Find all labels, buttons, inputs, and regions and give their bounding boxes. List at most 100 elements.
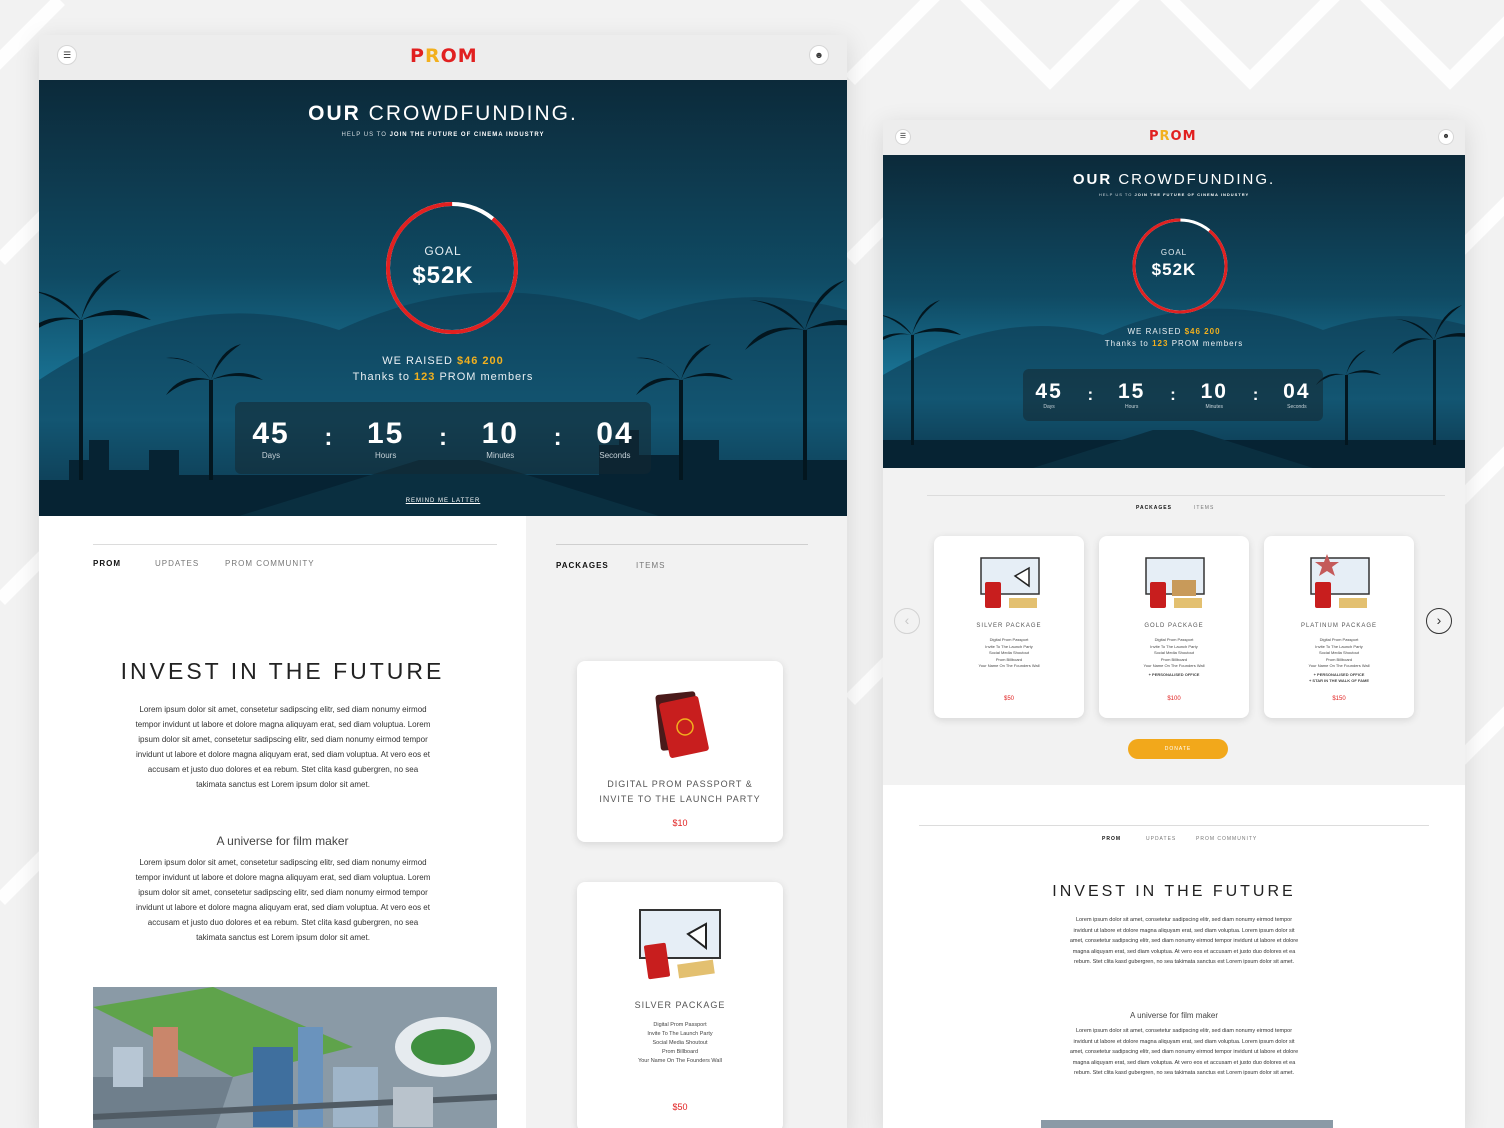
divider <box>927 495 1445 496</box>
raised-amount: $46 200 <box>457 355 504 367</box>
countdown-label: Hours <box>374 450 397 460</box>
countdown-separator: : <box>438 424 447 451</box>
hero-title-bold: OUR <box>1072 171 1113 188</box>
countdown-days: 45 Days <box>1035 380 1062 410</box>
article-heading: INVEST IN THE FUTURE <box>120 658 445 684</box>
package-features: Digital Prom Passport Invite To The Laun… <box>1264 637 1414 685</box>
package-title: GOLD PACKAGE <box>1144 623 1204 629</box>
tab-prom[interactable]: PROM <box>1102 836 1121 842</box>
hero-title: OUR CROWDFUNDING. <box>883 171 1465 188</box>
logo-letter: M <box>457 45 477 67</box>
feature-line: Digital Prom Passport <box>653 1022 707 1028</box>
prom-logo[interactable]: P R O M <box>410 45 477 67</box>
countdown-value: 10 <box>1200 380 1228 403</box>
secondary-browser-window: ☰ P R O M ☻ OUR CROWDFUNDING. HELP US TO… <box>883 120 1465 1128</box>
tab-packages[interactable]: PACKAGES <box>1136 505 1172 511</box>
gold-package-icon <box>1145 557 1205 608</box>
city-illustration <box>1041 1120 1333 1128</box>
carousel-package-card[interactable]: PLATINUM PACKAGE Digital Prom Passport I… <box>1264 536 1414 718</box>
article-section: PROM UPDATES PROM COMMUNITY INVEST IN TH… <box>883 785 1465 1128</box>
countdown-separator: : <box>324 424 333 451</box>
tab-packages[interactable]: PACKAGES <box>556 561 609 570</box>
feature-line: Invite To The Launch Party <box>647 1031 713 1037</box>
feature-line: Your Name On The Founders Wall <box>638 1058 722 1064</box>
prom-logo[interactable]: P R O M <box>1149 129 1196 144</box>
members-count: 123 <box>414 371 436 383</box>
city-illustration <box>93 987 497 1128</box>
divider <box>919 825 1429 826</box>
carousel-package-card[interactable]: SILVER PACKAGE Digital Prom Passport Inv… <box>934 536 1084 718</box>
hero-title: OUR CROWDFUNDING. <box>39 102 847 126</box>
thanks-prefix: Thanks to <box>1104 339 1149 348</box>
thanks-text: Thanks to 123 PROM members <box>39 371 847 383</box>
countdown-value: 45 <box>252 416 290 450</box>
package-price: $50 <box>672 1102 688 1112</box>
countdown-separator: : <box>1252 385 1259 404</box>
remind-me-later-link[interactable]: REMIND ME LATTER <box>39 498 847 504</box>
tab-updates[interactable]: UPDATES <box>1146 836 1176 842</box>
countdown-value: 45 <box>1035 380 1063 403</box>
countdown-value: 04 <box>1283 380 1311 403</box>
goal-value: $52K <box>1151 260 1197 279</box>
logo-letter: R <box>1159 129 1170 144</box>
countdown-value: 10 <box>481 416 519 450</box>
logo-letter: P <box>410 45 424 67</box>
tab-items[interactable]: ITEMS <box>636 561 665 570</box>
article-paragraph-2: Lorem ipsum dolor sit amet, consetetur s… <box>135 858 431 942</box>
article-subheading: A universe for film maker <box>1129 1011 1219 1020</box>
countdown-days: 45 Days <box>252 417 289 460</box>
countdown-hours: 15 Hours <box>1118 380 1145 410</box>
silver-package-icon <box>980 557 1040 608</box>
raised-prefix: WE RAISED <box>382 355 453 367</box>
logo-letter: O <box>440 45 457 67</box>
tab-prom-community[interactable]: PROM COMMUNITY <box>1196 836 1257 842</box>
hero-subtitle-bold: JOIN THE FUTURE OF CINEMA INDUSTRY <box>389 132 545 138</box>
package-card[interactable]: DIGITAL PROM PASSPORT & INVITE TO THE LA… <box>577 661 783 842</box>
countdown-hours: 15 Hours <box>367 417 404 460</box>
thanks-prefix: Thanks to <box>352 371 410 383</box>
package-title: SILVER PACKAGE <box>634 1000 726 1010</box>
feature-line: Your Name On The Founders Wall <box>1143 663 1205 668</box>
chevron-right-icon[interactable]: › <box>1426 608 1452 634</box>
logo-letter: P <box>1149 129 1159 144</box>
raised-amount: $46 200 <box>1184 327 1221 336</box>
hero-subtitle-bold: JOIN THE FUTURE OF CINEMA INDUSTRY <box>1134 192 1250 197</box>
donate-button[interactable]: DONATE <box>1128 739 1228 759</box>
carousel-package-card[interactable]: GOLD PACKAGE Digital Prom Passport Invit… <box>1099 536 1249 718</box>
divider <box>93 544 497 545</box>
countdown-timer: 45 Days : 15 Hours : 10 Minutes : 04 Sec… <box>235 402 651 474</box>
goal-value: $52K <box>412 262 474 289</box>
packages-column: PACKAGES ITEMS DIGITAL PROM PASSPORT & I… <box>526 516 847 1128</box>
countdown-label: Minutes <box>486 450 515 460</box>
divider <box>556 544 808 545</box>
tab-prom[interactable]: PROM <box>93 559 121 568</box>
countdown-timer: 45 Days : 15 Hours : 10 Minutes : 04 Sec… <box>1023 369 1323 421</box>
feature-line: Your Name On The Founders Wall <box>978 663 1040 668</box>
user-icon[interactable]: ☻ <box>809 45 829 65</box>
tab-updates[interactable]: UPDATES <box>155 559 199 568</box>
countdown-value: 15 <box>366 416 405 450</box>
hamburger-icon[interactable]: ☰ <box>895 129 911 145</box>
hero-subtitle: HELP US TO JOIN THE FUTURE OF CINEMA IND… <box>39 132 847 138</box>
hero-title-rest: CROWDFUNDING. <box>368 102 578 125</box>
article-paragraph-2: Lorem ipsum dolor sit amet, consetetur s… <box>1069 1028 1299 1076</box>
package-price: $10 <box>672 818 688 828</box>
platinum-package-icon <box>1310 554 1370 608</box>
tab-items[interactable]: ITEMS <box>1194 505 1214 511</box>
countdown-separator: : <box>1170 385 1176 404</box>
tab-prom-community[interactable]: PROM COMMUNITY <box>225 559 315 568</box>
article-subheading: A universe for film maker <box>216 834 349 848</box>
package-card[interactable]: SILVER PACKAGE Digital Prom Passport Inv… <box>577 882 783 1128</box>
article-paragraph-1: Lorem ipsum dolor sit amet, consetetur s… <box>135 705 431 789</box>
package-title: PLATINUM PACKAGE <box>1300 623 1378 629</box>
package-price: $100 <box>1167 696 1181 702</box>
hamburger-icon[interactable]: ☰ <box>57 45 77 65</box>
raised-prefix: WE RAISED <box>1127 327 1182 336</box>
article-column: PROM UPDATES PROM COMMUNITY INVEST IN TH… <box>39 516 526 1128</box>
main-browser-window: ☰ P R O M ☻ OUR CROWDFUNDING. HELP US TO… <box>39 35 847 1128</box>
feature-line: Your Name On The Founders Wall <box>1308 663 1370 668</box>
chevron-left-icon[interactable]: ‹ <box>894 608 920 634</box>
countdown-separator: : <box>553 424 562 451</box>
user-icon[interactable]: ☻ <box>1438 129 1454 145</box>
hero-banner: OUR CROWDFUNDING. HELP US TO JOIN THE FU… <box>39 80 847 516</box>
